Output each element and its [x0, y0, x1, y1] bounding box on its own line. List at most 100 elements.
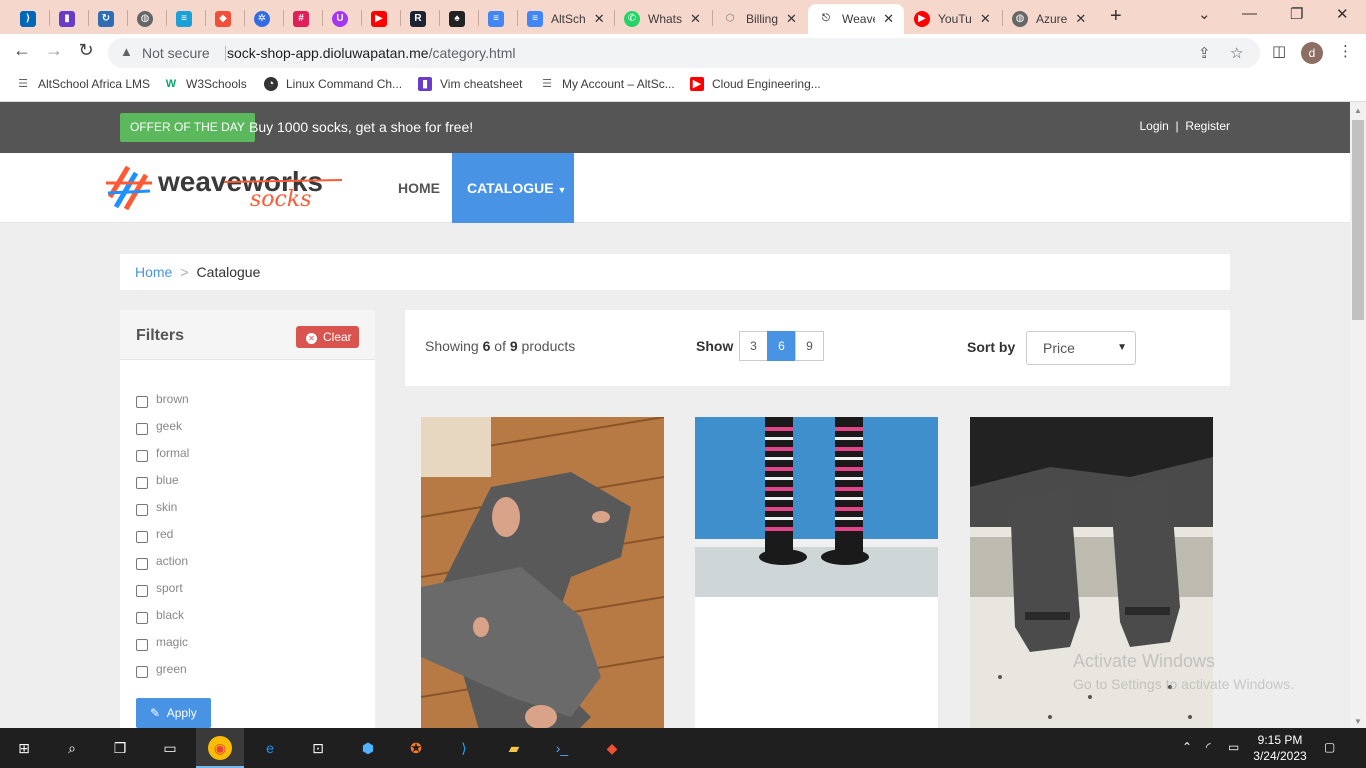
clear-filters-button[interactable]: ✕ Clear	[296, 326, 359, 348]
tab-azure[interactable]: ◍ Azure ✕	[1012, 4, 1096, 34]
filter-item-blue[interactable]: blue	[136, 473, 189, 500]
forward-button[interactable]: →	[42, 40, 66, 61]
checkbox[interactable]	[136, 585, 148, 597]
filter-item-sport[interactable]: sport	[136, 581, 189, 608]
filter-item-formal[interactable]: formal	[136, 446, 189, 473]
bookmark-cloud[interactable]: ▶ Cloud Engineering...	[690, 77, 821, 91]
tab-kubernetes[interactable]: ✲	[254, 4, 270, 34]
checkbox[interactable]	[136, 504, 148, 516]
tab-udemy[interactable]: U	[332, 4, 348, 34]
checkbox[interactable]	[136, 477, 148, 489]
tab-billing[interactable]: ⬡ Billing ✕	[722, 4, 806, 34]
scroll-up-arrow-icon[interactable]: ▲	[1354, 106, 1362, 115]
checkbox[interactable]	[136, 531, 148, 543]
tab-bookmark[interactable]: ▮	[59, 4, 75, 34]
new-tab-button[interactable]: +	[1110, 5, 1122, 28]
battery-icon[interactable]: ▭	[1228, 740, 1239, 754]
product-image[interactable]	[695, 417, 938, 597]
tab-vscode[interactable]: ⟩	[20, 4, 36, 34]
close-icon[interactable]: ✕	[980, 11, 991, 27]
close-icon[interactable]: ✕	[1075, 11, 1086, 27]
search-icon[interactable]: ⌕	[60, 736, 84, 760]
address-bar[interactable]: ▲ Not secure sock-shop-app.dioluwapatan.…	[108, 38, 1260, 68]
notification-icon[interactable]: ▢	[1324, 740, 1335, 754]
filter-item-red[interactable]: red	[136, 527, 189, 554]
tab-laravel[interactable]: ◆	[215, 4, 231, 34]
url-text[interactable]: sock-shop-app.dioluwapatan.me/category.h…	[227, 45, 515, 61]
edge-icon[interactable]: e	[258, 736, 282, 760]
checkbox[interactable]	[136, 450, 148, 462]
register-link[interactable]: Register	[1185, 119, 1230, 133]
product-card[interactable]	[695, 417, 938, 728]
sidepanel-icon[interactable]: ◫	[1272, 42, 1286, 60]
bookmark-w3schools[interactable]: W W3Schools	[164, 77, 247, 91]
offer-of-the-day-button[interactable]: OFFER OF THE DAY	[120, 113, 255, 142]
checkbox[interactable]	[136, 666, 148, 678]
filter-item-black[interactable]: black	[136, 608, 189, 635]
breadcrumb-home[interactable]: Home	[135, 264, 172, 280]
menu-icon[interactable]: ⋮	[1338, 42, 1353, 60]
tab-globe[interactable]: ◍	[137, 4, 153, 34]
bookmark-my-account[interactable]: ☰ My Account – AltSc...	[540, 77, 675, 91]
vscode-icon[interactable]: ⟩	[452, 736, 476, 760]
close-icon[interactable]: ✕	[594, 11, 605, 27]
close-icon[interactable]: ✕	[690, 11, 701, 27]
product-card[interactable]	[421, 417, 664, 728]
page-size-6[interactable]: 6	[767, 331, 796, 361]
warning-icon[interactable]: ▲	[120, 44, 133, 59]
tab-slack[interactable]: #	[293, 4, 309, 34]
filter-item-skin[interactable]: skin	[136, 500, 189, 527]
weaveworks-socks-logo[interactable]: weaveworks socks	[104, 161, 349, 217]
scroll-down-arrow-icon[interactable]: ▼	[1354, 717, 1362, 726]
minimize-button[interactable]: —	[1242, 5, 1257, 22]
filter-item-geek[interactable]: geek	[136, 419, 189, 446]
filter-item-green[interactable]: green	[136, 662, 189, 689]
tab-search-chevron-icon[interactable]: ⌄	[1198, 5, 1211, 23]
page-size-3[interactable]: 3	[739, 331, 768, 361]
task-view-icon[interactable]: ❒	[108, 736, 132, 760]
restore-button[interactable]: ❐	[1290, 5, 1303, 23]
reload-button[interactable]: ↻	[74, 40, 98, 61]
tab-whatsapp[interactable]: ✆ Whats ✕	[624, 4, 704, 34]
checkbox[interactable]	[136, 639, 148, 651]
login-link[interactable]: Login	[1139, 119, 1168, 133]
virtualbox-icon[interactable]: ⬢	[356, 736, 380, 760]
checkbox[interactable]	[136, 558, 148, 570]
checkbox[interactable]	[136, 396, 148, 408]
git-icon[interactable]: ◆	[600, 736, 624, 760]
nav-catalogue[interactable]: CATALOGUE ▼	[452, 153, 574, 223]
tab-weave-active[interactable]: ⎋Weave✕	[808, 4, 904, 34]
bookmark-linux[interactable]: ◔ Linux Command Ch...	[264, 77, 402, 91]
filter-item-magic[interactable]: magic	[136, 635, 189, 662]
tab-student[interactable]: ♠	[449, 4, 465, 34]
scroll-thumb[interactable]	[1352, 120, 1364, 320]
tab-youtube-2[interactable]: ▶ YouTu ✕	[914, 4, 998, 34]
page-size-9[interactable]: 9	[795, 331, 824, 361]
file-explorer-icon[interactable]: ▰	[502, 736, 526, 760]
windows-start-icon[interactable]: ⊞	[12, 736, 36, 760]
bookmark-vim[interactable]: ▮ Vim cheatsheet	[418, 77, 523, 91]
tab-refresh[interactable]: ↻	[98, 4, 114, 34]
terminal-icon[interactable]: ▭	[158, 736, 182, 760]
share-icon[interactable]: ⇪	[1198, 44, 1211, 62]
taskbar-clock[interactable]: 9:15 PM 3/24/2023	[1245, 732, 1315, 764]
page-scrollbar[interactable]: ▲ ▼	[1350, 102, 1366, 728]
filter-item-action[interactable]: action	[136, 554, 189, 581]
tray-chevron-icon[interactable]: ⌃	[1182, 740, 1192, 754]
close-icon[interactable]: ✕	[883, 11, 894, 27]
sort-select[interactable]: Price ▼	[1026, 331, 1136, 365]
powershell-icon[interactable]: ›_	[550, 736, 574, 760]
bookmark-altschool-lms[interactable]: ☰ AltSchool Africa LMS	[16, 77, 150, 91]
close-icon[interactable]: ✕	[786, 11, 797, 27]
wifi-icon[interactable]: ◜	[1206, 740, 1211, 754]
back-button[interactable]: ←	[10, 40, 34, 61]
tab-replit[interactable]: R	[410, 4, 426, 34]
nav-home[interactable]: HOME	[398, 180, 440, 196]
checkbox[interactable]	[136, 612, 148, 624]
xampp-icon[interactable]: ✪	[404, 736, 428, 760]
product-image[interactable]	[421, 417, 664, 728]
store-icon[interactable]: ⊡	[306, 736, 330, 760]
star-icon[interactable]: ☆	[1230, 44, 1243, 62]
not-secure-label[interactable]: Not secure	[142, 45, 210, 61]
tab-docs[interactable]: ≡	[488, 4, 504, 34]
